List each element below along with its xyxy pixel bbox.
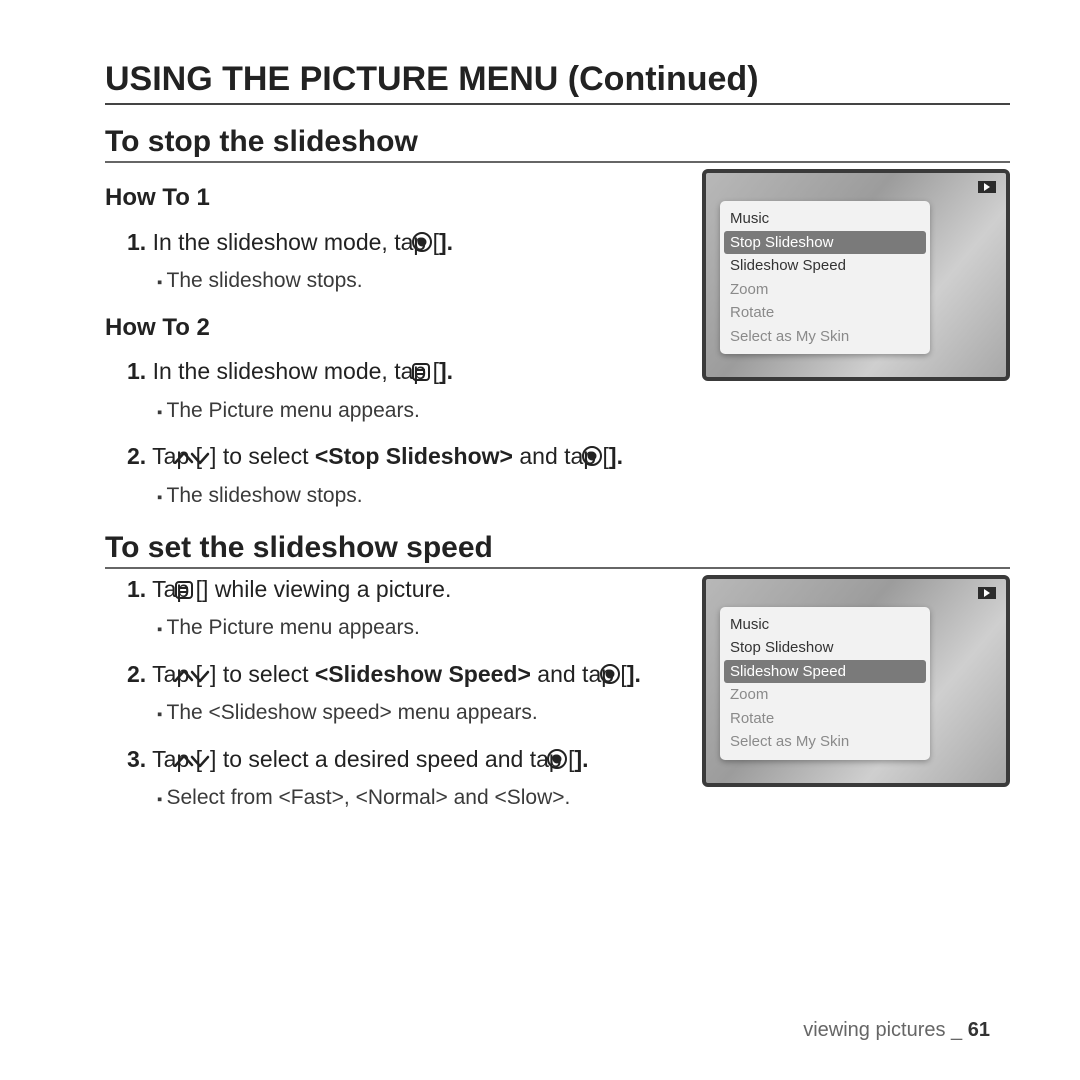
howto1-label: How To 1	[105, 181, 684, 216]
page-title: USING THE PICTURE MENU (Continued)	[105, 60, 1010, 105]
howto1-sub: The slideshow stops.	[105, 266, 684, 296]
menu-item: Music	[720, 207, 930, 231]
speed-sub1: The Picture menu appears.	[105, 613, 684, 643]
howto1-step1: 1. In the slideshow mode, tap [].	[105, 226, 684, 262]
device-screenshot-1: Music Stop Slideshow Slideshow Speed Zoo…	[702, 169, 1010, 381]
menu-item: Rotate	[720, 707, 930, 731]
howto2-step2: 2. Tap [] to select <Stop Slideshow> and…	[105, 440, 1010, 476]
page-footer: viewing pictures _ 61	[803, 1019, 990, 1042]
device-screenshot-2: Music Stop Slideshow Slideshow Speed Zoo…	[702, 575, 1010, 787]
picture-menu-1: Music Stop Slideshow Slideshow Speed Zoo…	[720, 201, 930, 354]
menu-item-selected: Stop Slideshow	[724, 231, 926, 255]
menu-item: Rotate	[720, 301, 930, 325]
speed-sub3: Select from <Fast>, <Normal> and <Slow>.	[105, 783, 684, 813]
speed-step2: 2. Tap [] to select <Slideshow Speed> an…	[105, 658, 684, 694]
menu-item: Stop Slideshow	[720, 636, 930, 660]
howto2-label: How To 2	[105, 311, 684, 346]
howto2-step1: 1. In the slideshow mode, tap [].	[105, 355, 684, 391]
menu-item: Select as My Skin	[720, 730, 930, 754]
section-heading-stop: To stop the slideshow	[105, 125, 1010, 163]
menu-item: Select as My Skin	[720, 325, 930, 349]
updown-icon	[202, 443, 210, 476]
speed-step1: 1. Tap [] while viewing a picture.	[105, 573, 684, 609]
menu-item: Zoom	[720, 278, 930, 302]
speed-step3: 3. Tap [] to select a desired speed and …	[105, 743, 684, 779]
play-icon	[978, 587, 996, 599]
speed-sub2: The <Slideshow speed> menu appears.	[105, 698, 684, 728]
menu-item: Zoom	[720, 683, 930, 707]
menu-item: Music	[720, 613, 930, 637]
howto2-sub1: The Picture menu appears.	[105, 396, 684, 426]
picture-menu-2: Music Stop Slideshow Slideshow Speed Zoo…	[720, 607, 930, 760]
howto2-sub2: The slideshow stops.	[105, 481, 1010, 511]
play-icon	[978, 181, 996, 193]
section-heading-speed: To set the slideshow speed	[105, 531, 1010, 569]
updown-icon	[202, 746, 210, 779]
updown-icon	[202, 661, 210, 694]
menu-item-selected: Slideshow Speed	[724, 660, 926, 684]
menu-item: Slideshow Speed	[720, 254, 930, 278]
